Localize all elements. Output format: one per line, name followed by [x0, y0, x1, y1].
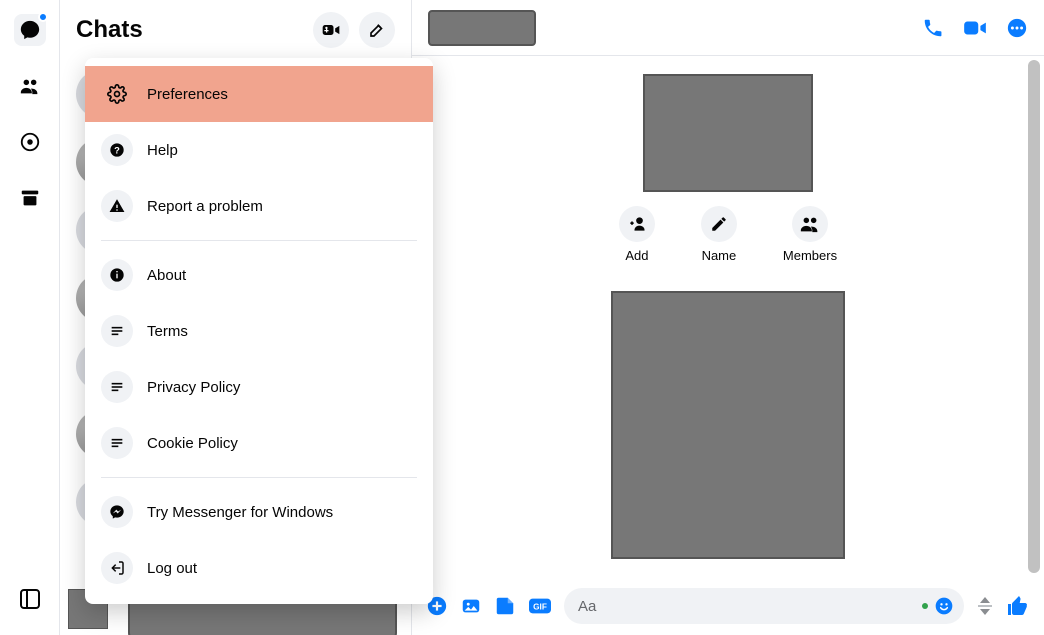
main-scrollbar[interactable] [1028, 60, 1040, 573]
logout-icon [101, 552, 133, 584]
sidebar-title: Chats [76, 16, 303, 44]
audio-call-button[interactable] [922, 17, 944, 39]
doc-icon [101, 371, 133, 403]
menu-item-label: Log out [147, 560, 197, 577]
menu-item-cookie[interactable]: Cookie Policy [85, 415, 433, 471]
menu-item-report[interactable]: Report a problem [85, 178, 433, 234]
group-action-label: Add [625, 248, 648, 263]
menu-item-label: Try Messenger for Windows [147, 504, 333, 521]
menu-item-help[interactable]: ? Help [85, 122, 433, 178]
video-call-button[interactable] [962, 15, 988, 41]
menu-item-about[interactable]: About [85, 247, 433, 303]
composer: GIF Aa [412, 577, 1044, 635]
messenger-icon [101, 496, 133, 528]
svg-text:GIF: GIF [533, 603, 547, 612]
rail-chats-icon[interactable] [14, 14, 46, 46]
settings-menu: Preferences ? Help Report a problem Abou… [85, 58, 433, 604]
add-person-icon [619, 206, 655, 242]
doc-icon [101, 315, 133, 347]
doc-icon [101, 427, 133, 459]
redacted-block [428, 10, 536, 46]
menu-item-label: Help [147, 142, 178, 159]
composer-like-button[interactable] [1006, 594, 1030, 618]
left-rail [0, 0, 60, 635]
menu-separator [101, 477, 417, 478]
menu-separator [101, 240, 417, 241]
rail-people-icon[interactable] [14, 70, 46, 102]
menu-item-terms[interactable]: Terms [85, 303, 433, 359]
sidebar-header: Chats [60, 0, 411, 60]
active-status-dot-icon [922, 603, 928, 609]
group-actions: Add Name Members [619, 206, 837, 263]
conversation-header [412, 0, 1044, 56]
members-icon [792, 206, 828, 242]
pencil-icon [701, 206, 737, 242]
composer-gif-button[interactable]: GIF [528, 595, 552, 617]
rail-bottom-icon[interactable] [18, 587, 42, 611]
group-action-label: Members [783, 248, 837, 263]
menu-item-try-desktop[interactable]: Try Messenger for Windows [85, 484, 433, 540]
menu-item-label: About [147, 267, 186, 284]
composer-placeholder: Aa [578, 598, 596, 615]
menu-item-label: Privacy Policy [147, 379, 240, 396]
unread-badge-icon [38, 12, 48, 22]
menu-item-label: Report a problem [147, 198, 263, 215]
menu-item-label: Cookie Policy [147, 435, 238, 452]
composer-expand-button[interactable] [976, 597, 994, 615]
conversation-body: Add Name Members [412, 56, 1044, 577]
rail-marketplace-icon[interactable] [14, 126, 46, 158]
redacted-block [611, 291, 845, 559]
new-video-room-button[interactable] [313, 12, 349, 48]
composer-input[interactable]: Aa [564, 588, 964, 624]
svg-text:?: ? [114, 145, 120, 155]
compose-button[interactable] [359, 12, 395, 48]
group-action-label: Name [702, 248, 737, 263]
menu-item-logout[interactable]: Log out [85, 540, 433, 596]
group-members-button[interactable]: Members [783, 206, 837, 263]
redacted-block [643, 74, 813, 192]
gear-icon [101, 78, 133, 110]
menu-item-preferences[interactable]: Preferences [85, 66, 433, 122]
sidebar: Chats [60, 0, 412, 635]
group-add-button[interactable]: Add [619, 206, 655, 263]
conversation-info-button[interactable] [1006, 17, 1028, 39]
composer-sticker-button[interactable] [494, 595, 516, 617]
menu-item-label: Preferences [147, 86, 228, 103]
menu-item-label: Terms [147, 323, 188, 340]
composer-image-button[interactable] [460, 595, 482, 617]
menu-item-privacy[interactable]: Privacy Policy [85, 359, 433, 415]
emoji-icon[interactable] [934, 596, 954, 616]
help-icon: ? [101, 134, 133, 166]
group-name-button[interactable]: Name [701, 206, 737, 263]
rail-archive-icon[interactable] [14, 182, 46, 214]
warning-icon [101, 190, 133, 222]
conversation-pane: Add Name Members [412, 0, 1044, 635]
info-icon [101, 259, 133, 291]
